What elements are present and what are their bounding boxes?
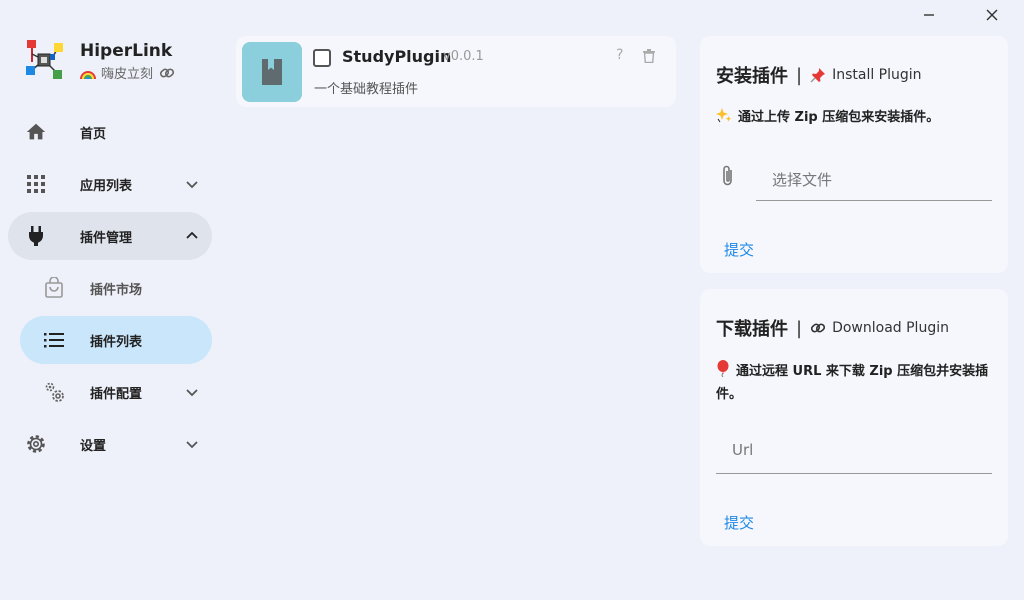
sidebar-item-plugin-config[interactable]: 插件配置 <box>20 368 212 416</box>
download-note-text: 通过远程 URL 来下载 Zip 压缩包并安装插件。 <box>716 364 989 402</box>
download-panel-title: 下载插件 <box>716 319 788 340</box>
plugin-version: v0.0.1 <box>443 49 484 64</box>
plugin-description: 一个基础教程插件 <box>314 82 419 97</box>
brand: HiperLink 嗨皮立刻 <box>24 40 175 82</box>
install-plugin-panel: 安装插件 | Install Plugin 通过上传 Zip 压缩包来安装插件。 <box>700 36 1008 273</box>
install-panel-title: 安装插件 <box>716 66 788 87</box>
sidebar-item-label: 设置 <box>80 438 107 454</box>
sidebar-item-label: 插件配置 <box>90 386 143 402</box>
trash-icon[interactable] <box>643 48 655 67</box>
chevron-down-icon <box>184 176 200 192</box>
sidebar-item-settings[interactable]: 设置 <box>8 420 212 468</box>
sidebar-item-plugin-list[interactable]: 插件列表 <box>20 316 212 364</box>
title-separator: | <box>796 317 803 339</box>
file-field <box>716 160 992 201</box>
url-input[interactable] <box>716 427 992 474</box>
install-note-text: 通过上传 Zip 压缩包来安装插件。 <box>738 110 940 125</box>
plugin-thumbnail <box>242 42 302 102</box>
sidebar-item-plugin-management[interactable]: 插件管理 <box>8 212 212 260</box>
download-note: 通过远程 URL 来下载 Zip 压缩包并安装插件。 <box>716 360 996 405</box>
plugin-card[interactable]: StudyPlugin v0.0.1 一个基础教程插件 ? <box>236 36 676 107</box>
plugin-name: StudyPlugin <box>342 47 452 66</box>
sparkles-icon <box>716 107 732 130</box>
download-panel-subtitle: Download Plugin <box>832 320 949 336</box>
sidebar-item-label: 插件列表 <box>90 334 143 350</box>
link-icon <box>810 320 826 336</box>
chevron-up-icon <box>184 228 200 244</box>
plugin-select-checkbox[interactable] <box>313 49 331 67</box>
paperclip-icon[interactable] <box>720 164 736 192</box>
sidebar-item-label: 应用列表 <box>80 178 133 194</box>
apps-grid-icon <box>24 172 48 196</box>
chevron-down-icon <box>184 436 200 452</box>
download-submit-button[interactable]: 提交 <box>716 506 762 539</box>
plug-icon <box>24 224 48 248</box>
file-select-input[interactable] <box>756 160 992 201</box>
gear-icon <box>24 432 48 456</box>
pushpin-icon <box>810 67 826 83</box>
balloon-icon <box>716 360 730 384</box>
close-button[interactable] <box>978 4 1006 26</box>
cogs-icon <box>42 380 66 404</box>
minimize-button[interactable] <box>915 4 943 26</box>
list-icon <box>42 328 66 352</box>
title-separator: | <box>796 64 803 86</box>
help-icon[interactable]: ? <box>616 47 623 63</box>
sidebar-item-plugin-market[interactable]: 插件市场 <box>20 264 212 312</box>
home-icon <box>24 120 48 144</box>
app-title: HiperLink <box>80 41 173 61</box>
shopping-bag-icon <box>42 276 66 300</box>
app-subtitle: 嗨皮立刻 <box>101 67 154 82</box>
minimize-icon <box>924 14 934 16</box>
install-submit-button[interactable]: 提交 <box>716 233 762 266</box>
sidebar-item-label: 首页 <box>80 126 107 142</box>
download-plugin-panel: 下载插件 | Download Plugin 通过远程 URL 来下载 Zip … <box>700 289 1008 546</box>
rainbow-icon <box>80 66 96 80</box>
sidebar-item-label: 插件市场 <box>90 282 143 298</box>
sidebar-item-home[interactable]: 首页 <box>8 108 212 156</box>
link-icon <box>159 65 175 81</box>
close-icon <box>986 9 998 21</box>
sidebar-item-app-list[interactable]: 应用列表 <box>8 160 212 208</box>
hiperlink-logo <box>24 40 64 80</box>
chevron-down-icon <box>184 384 200 400</box>
install-note: 通过上传 Zip 压缩包来安装插件。 <box>716 107 996 130</box>
book-icon <box>262 59 282 85</box>
sidebar-item-label: 插件管理 <box>80 230 133 246</box>
install-panel-subtitle: Install Plugin <box>832 67 922 83</box>
